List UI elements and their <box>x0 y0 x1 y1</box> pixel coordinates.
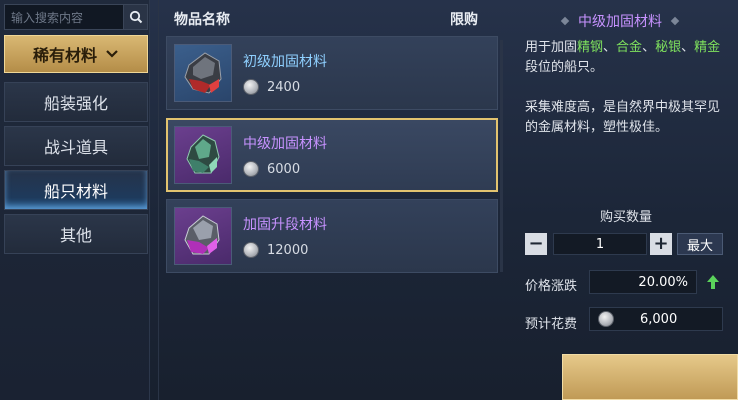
item-card[interactable]: 初级加固材料 2400 <box>166 36 498 110</box>
silver-coin-icon <box>598 311 614 327</box>
quantity-plus-button[interactable]: + <box>650 233 672 255</box>
search-box <box>4 4 148 30</box>
shop-screen: 稀有材料 船装强化 战斗道具 船只材料 其他 物品名称 限购 <box>0 0 738 400</box>
search-input[interactable] <box>11 8 121 28</box>
column-header-name: 物品名称 <box>174 12 230 28</box>
item-price-value: 12000 <box>267 242 309 258</box>
item-price: 2400 <box>243 79 300 95</box>
cost-label: 预计花费 <box>525 317 578 332</box>
category-label: 稀有材料 <box>32 46 97 65</box>
sidebar-item-battle-items[interactable]: 战斗道具 <box>4 126 148 166</box>
detail-description: 用于加固精钢、合金、秘银、精金段位的船只。 <box>525 38 730 78</box>
minus-icon: − <box>528 233 544 254</box>
desc-highlight: 精钢 <box>577 40 604 55</box>
item-thumbnail <box>174 44 232 102</box>
quantity-minus-button[interactable]: − <box>525 233 547 255</box>
max-quantity-button[interactable]: 最大 <box>677 233 723 255</box>
diamond-icon <box>560 16 570 26</box>
item-thumbnail <box>174 126 232 184</box>
quantity-value: 1 <box>595 236 605 252</box>
detail-title: 中级加固材料 <box>578 14 662 30</box>
search-icon <box>129 10 142 24</box>
detail-panel: 中级加固材料 用于加固精钢、合金、秘银、精金段位的船只。 采集难度高，是自然界中… <box>515 0 738 400</box>
sidebar-item-label: 其他 <box>59 226 92 245</box>
silver-coin-icon <box>243 79 259 95</box>
max-label: 最大 <box>686 238 713 254</box>
desc-highlight: 秘银 <box>655 40 682 55</box>
plus-icon: + <box>653 233 669 254</box>
cost-box: 6,000 <box>589 307 723 331</box>
list-header: 物品名称 限购 <box>160 0 505 32</box>
quantity-label: 购买数量 <box>599 210 652 225</box>
sidebar-item-other[interactable]: 其他 <box>4 214 148 254</box>
detail-title-row: 中级加固材料 <box>515 10 725 32</box>
sidebar-item-label: 船装强化 <box>43 94 108 113</box>
sidebar-item-ship-enhance[interactable]: 船装强化 <box>4 82 148 122</box>
item-price-value: 2400 <box>267 79 301 95</box>
desc-text: 用于加固 <box>525 40 578 55</box>
sidebar-item-label: 船只材料 <box>43 182 108 201</box>
price-change-box: 20.00% <box>589 270 697 294</box>
desc-text: 、 <box>681 40 695 55</box>
quantity-field[interactable]: 1 <box>553 233 647 255</box>
chevron-down-icon <box>106 50 118 58</box>
ore-purple-icon <box>184 215 220 255</box>
ore-green-icon <box>186 134 220 174</box>
item-card-selected[interactable]: 中级加固材料 6000 <box>166 118 498 192</box>
item-name: 加固升段材料 <box>243 217 327 233</box>
desc-highlight: 精金 <box>694 40 721 55</box>
price-change-label: 价格涨跌 <box>525 279 578 294</box>
desc-highlight: 合金 <box>616 40 643 55</box>
sidebar: 稀有材料 船装强化 战斗道具 船只材料 其他 <box>0 0 150 400</box>
item-name: 中级加固材料 <box>243 136 327 152</box>
desc-text: 、 <box>642 40 656 55</box>
silver-coin-icon <box>243 161 259 177</box>
ore-red-icon <box>184 52 222 94</box>
diamond-icon <box>670 16 680 26</box>
item-card[interactable]: 加固升段材料 12000 <box>166 199 498 273</box>
item-thumbnail <box>174 207 232 265</box>
cost-value: 6,000 <box>640 311 678 327</box>
price-change-value: 20.00% <box>638 274 688 290</box>
item-price-value: 6000 <box>267 161 301 177</box>
item-name: 初级加固材料 <box>243 54 327 70</box>
sidebar-item-label: 战斗道具 <box>43 138 108 157</box>
divider <box>158 0 159 400</box>
silver-coin-icon <box>243 242 259 258</box>
scrollbar[interactable] <box>500 40 503 272</box>
buy-button[interactable] <box>562 354 738 400</box>
column-header-limit: 限购 <box>450 12 478 28</box>
desc-text: 、 <box>603 40 617 55</box>
detail-lore: 采集难度高，是自然界中极其罕见的金属材料，塑性极佳。 <box>525 100 721 135</box>
item-price: 12000 <box>243 242 308 258</box>
sidebar-item-ship-materials[interactable]: 船只材料 <box>4 170 148 210</box>
category-dropdown[interactable]: 稀有材料 <box>4 35 148 73</box>
search-button[interactable] <box>123 5 147 29</box>
arrow-up-icon <box>707 275 719 289</box>
desc-text: 段位的船只。 <box>525 60 604 75</box>
item-price: 6000 <box>243 161 300 177</box>
